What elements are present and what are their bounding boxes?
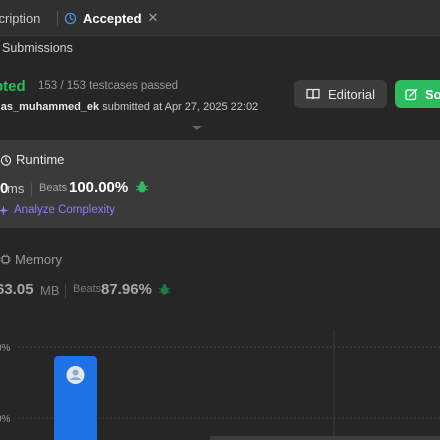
runtime-card[interactable]: Runtime 0 ms Beats 100.00% Analyze Compl… <box>0 140 440 228</box>
memory-title[interactable]: Memory <box>0 252 62 267</box>
avatar-icon <box>66 366 85 384</box>
tab-accepted[interactable]: Accepted ✕ <box>64 0 158 36</box>
submission-toolbar: Submissions <box>0 37 440 63</box>
memory-unit: MB <box>40 283 60 298</box>
memory-title-label: Memory <box>15 252 62 267</box>
status-badge: pted <box>0 78 26 95</box>
tab-accepted-label: Accepted <box>83 10 142 26</box>
close-icon[interactable]: ✕ <box>148 10 159 26</box>
memory-beats-label: Beats <box>73 283 102 295</box>
chart-canvas: 0% 0% <box>0 330 440 440</box>
runtime-beats-value: 100.00% <box>69 179 129 196</box>
analyze-complexity-link[interactable]: Analyze Complexity <box>0 204 115 216</box>
runtime-title-label: Runtime <box>16 152 65 167</box>
all-submissions-link[interactable]: Submissions <box>2 41 73 55</box>
testcases-count: 153 / 153 testcases passed <box>38 80 179 92</box>
tab-description-label: scription <box>0 10 41 26</box>
clock-icon <box>64 12 77 24</box>
collapse-caret-icon[interactable] <box>192 126 202 130</box>
analyze-complexity-label: Analyze Complexity <box>14 204 115 216</box>
tab-description[interactable]: scription <box>0 0 40 36</box>
runtime-beats-label: Beats <box>39 182 68 194</box>
editorial-label: Editorial <box>328 86 375 102</box>
solution-label: So <box>425 86 440 102</box>
timer-icon <box>0 154 12 166</box>
memory-beats-value: 87.96% <box>101 281 152 298</box>
chart-scrollbar[interactable] <box>210 436 440 440</box>
tab-divider <box>57 11 58 26</box>
y-tick-label: 0% <box>0 414 11 425</box>
bug-icon <box>135 181 149 193</box>
runtime-title: Runtime <box>0 152 64 167</box>
bug-icon <box>158 284 171 295</box>
memory-divider <box>65 284 66 298</box>
runtime-divider <box>31 183 32 197</box>
memory-distribution-chart[interactable]: 0% 0% <box>0 330 440 440</box>
tab-bar: scription Accepted ✕ <box>0 0 440 36</box>
runtime-unit: ms <box>7 181 25 196</box>
submission-meta: nas_muhammed_ek submitted at Apr 27, 202… <box>0 101 258 113</box>
sparkle-icon <box>0 204 9 216</box>
username-link[interactable]: nas_muhammed_ek <box>0 101 99 113</box>
solution-button[interactable]: So <box>395 80 440 108</box>
pencil-icon <box>405 88 418 100</box>
y-tick-label: 0% <box>0 343 11 354</box>
book-icon <box>306 88 320 100</box>
memory-value: 63.05 <box>0 281 34 298</box>
chip-icon <box>0 254 11 265</box>
submitted-time: submitted at Apr 27, 2025 22:02 <box>102 101 259 113</box>
editorial-button[interactable]: Editorial <box>294 80 387 108</box>
